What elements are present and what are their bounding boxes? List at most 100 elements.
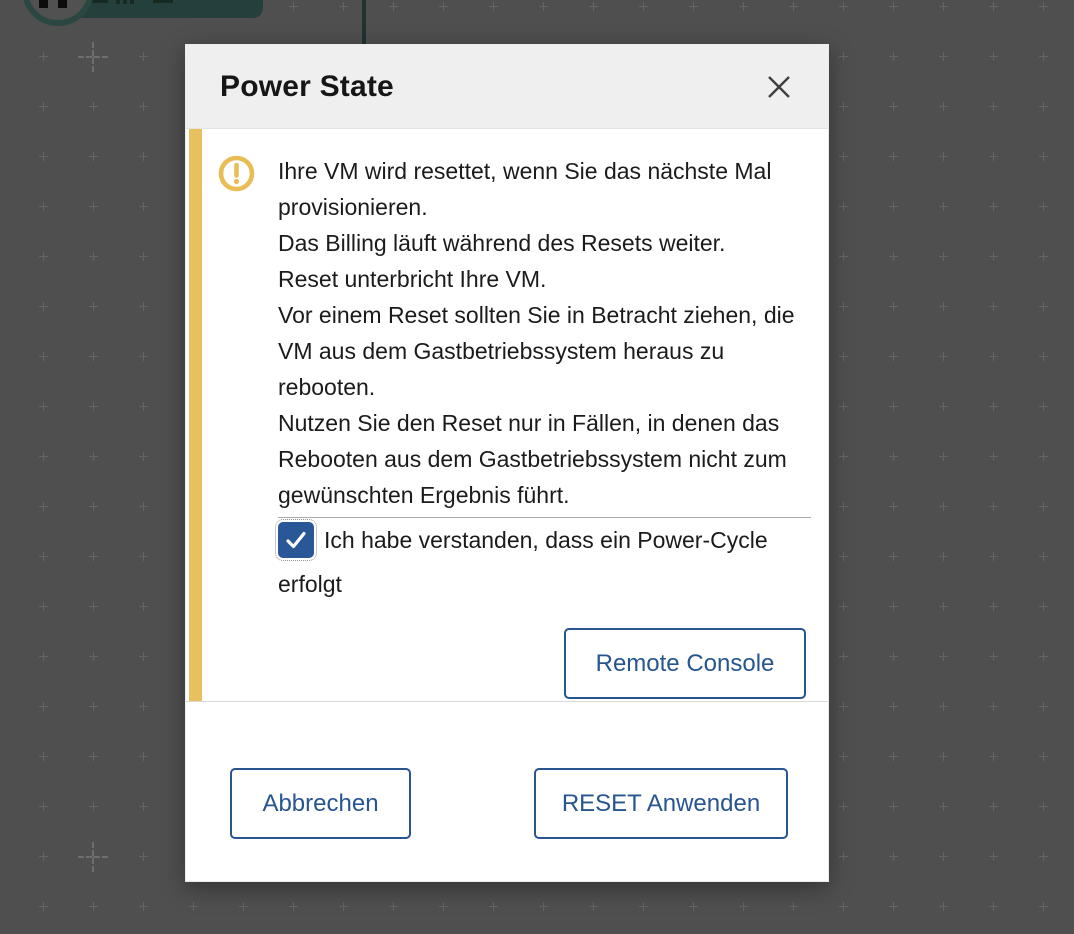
grid-plus [989, 702, 998, 711]
grid-plus [39, 752, 48, 761]
grid-plus [139, 802, 148, 811]
grid-plus [939, 902, 948, 911]
grid-plus [839, 202, 848, 211]
grid-plus [1039, 602, 1048, 611]
grid-plus [989, 302, 998, 311]
grid-plus [989, 2, 998, 11]
grid-plus [89, 602, 98, 611]
grid-plus [739, 902, 748, 911]
alert-line: Nutzen Sie den Reset nur in Fällen, in d… [278, 405, 811, 513]
grid-plus [939, 352, 948, 361]
confirm-checkbox-label[interactable]: Ich habe verstanden, dass ein Power-Cycl… [278, 527, 768, 597]
grid-plus [1039, 152, 1048, 161]
grid-plus [989, 402, 998, 411]
grid-plus [839, 702, 848, 711]
grid-plus [1039, 752, 1048, 761]
grid-plus [789, 2, 798, 11]
grid-plus [839, 902, 848, 911]
grid-plus [89, 302, 98, 311]
grid-plus [989, 152, 998, 161]
grid-plus [989, 852, 998, 861]
grid-plus [939, 802, 948, 811]
grid-plus [489, 2, 498, 11]
grid-plus [839, 152, 848, 161]
dialog-footer: Abbrechen RESET Anwenden [186, 701, 828, 879]
grid-plus [89, 402, 98, 411]
grid-plus [989, 652, 998, 661]
grid-plus [139, 852, 148, 861]
grid-plus [39, 852, 48, 861]
grid-plus [39, 302, 48, 311]
grid-plus [639, 902, 648, 911]
grid-plus [939, 752, 948, 761]
grid-plus [839, 602, 848, 611]
grid-plus [89, 902, 98, 911]
grid-plus [739, 2, 748, 11]
grid-plus [139, 252, 148, 261]
confirm-checkbox-row: Ich habe verstanden, dass ein Power-Cycl… [278, 527, 768, 597]
grid-plus [639, 2, 648, 11]
grid-plus [939, 602, 948, 611]
grid-plus [1039, 802, 1048, 811]
grid-plus [439, 2, 448, 11]
grid-plus [889, 302, 898, 311]
grid-plus [689, 902, 698, 911]
grid-plus [1039, 252, 1048, 261]
grid-plus [939, 502, 948, 511]
warning-alert: Ihre VM wird resettet, wenn Sie das näch… [189, 129, 828, 701]
diagram-node-bar[interactable] [70, 0, 263, 18]
close-button[interactable] [762, 70, 796, 104]
grid-major-cross [78, 42, 108, 72]
grid-plus [1039, 652, 1048, 661]
grid-plus [39, 152, 48, 161]
grid-plus [89, 802, 98, 811]
grid-plus [989, 802, 998, 811]
grid-plus [939, 52, 948, 61]
remote-console-button[interactable]: Remote Console [564, 628, 806, 699]
node-dot [58, 0, 67, 8]
grid-plus [1039, 2, 1048, 11]
cancel-button[interactable]: Abbrechen [230, 768, 411, 839]
grid-plus [989, 502, 998, 511]
node-bar-glyph [123, 0, 127, 4]
grid-plus [89, 352, 98, 361]
node-bar-glyph [130, 0, 134, 4]
grid-plus [139, 52, 148, 61]
grid-plus [1039, 352, 1048, 361]
grid-plus [889, 202, 898, 211]
grid-plus [889, 252, 898, 261]
grid-plus [839, 752, 848, 761]
grid-plus [989, 752, 998, 761]
grid-plus [939, 702, 948, 711]
alert-divider [278, 517, 811, 518]
grid-plus [389, 2, 398, 11]
grid-plus [89, 252, 98, 261]
grid-plus [39, 702, 48, 711]
grid-plus [939, 852, 948, 861]
grid-plus [39, 102, 48, 111]
grid-plus [539, 902, 548, 911]
node-bar-glyph [153, 0, 173, 3]
grid-plus [839, 552, 848, 561]
grid-plus [889, 102, 898, 111]
grid-plus [289, 902, 298, 911]
grid-plus [989, 352, 998, 361]
confirm-checkbox[interactable] [278, 522, 314, 558]
grid-plus [239, 902, 248, 911]
grid-plus [39, 202, 48, 211]
grid-plus [139, 152, 148, 161]
grid-plus [839, 502, 848, 511]
grid-plus [939, 202, 948, 211]
alert-content: Ihre VM wird resettet, wenn Sie das näch… [278, 153, 811, 699]
grid-plus [89, 502, 98, 511]
grid-plus [989, 252, 998, 261]
reset-apply-button[interactable]: RESET Anwenden [534, 768, 788, 839]
grid-plus [39, 602, 48, 611]
grid-plus [939, 252, 948, 261]
grid-plus [589, 902, 598, 911]
grid-plus [1039, 852, 1048, 861]
grid-plus [589, 2, 598, 11]
grid-plus [989, 902, 998, 911]
grid-plus [89, 752, 98, 761]
alert-line: Das Billing läuft während des Resets wei… [278, 225, 811, 261]
